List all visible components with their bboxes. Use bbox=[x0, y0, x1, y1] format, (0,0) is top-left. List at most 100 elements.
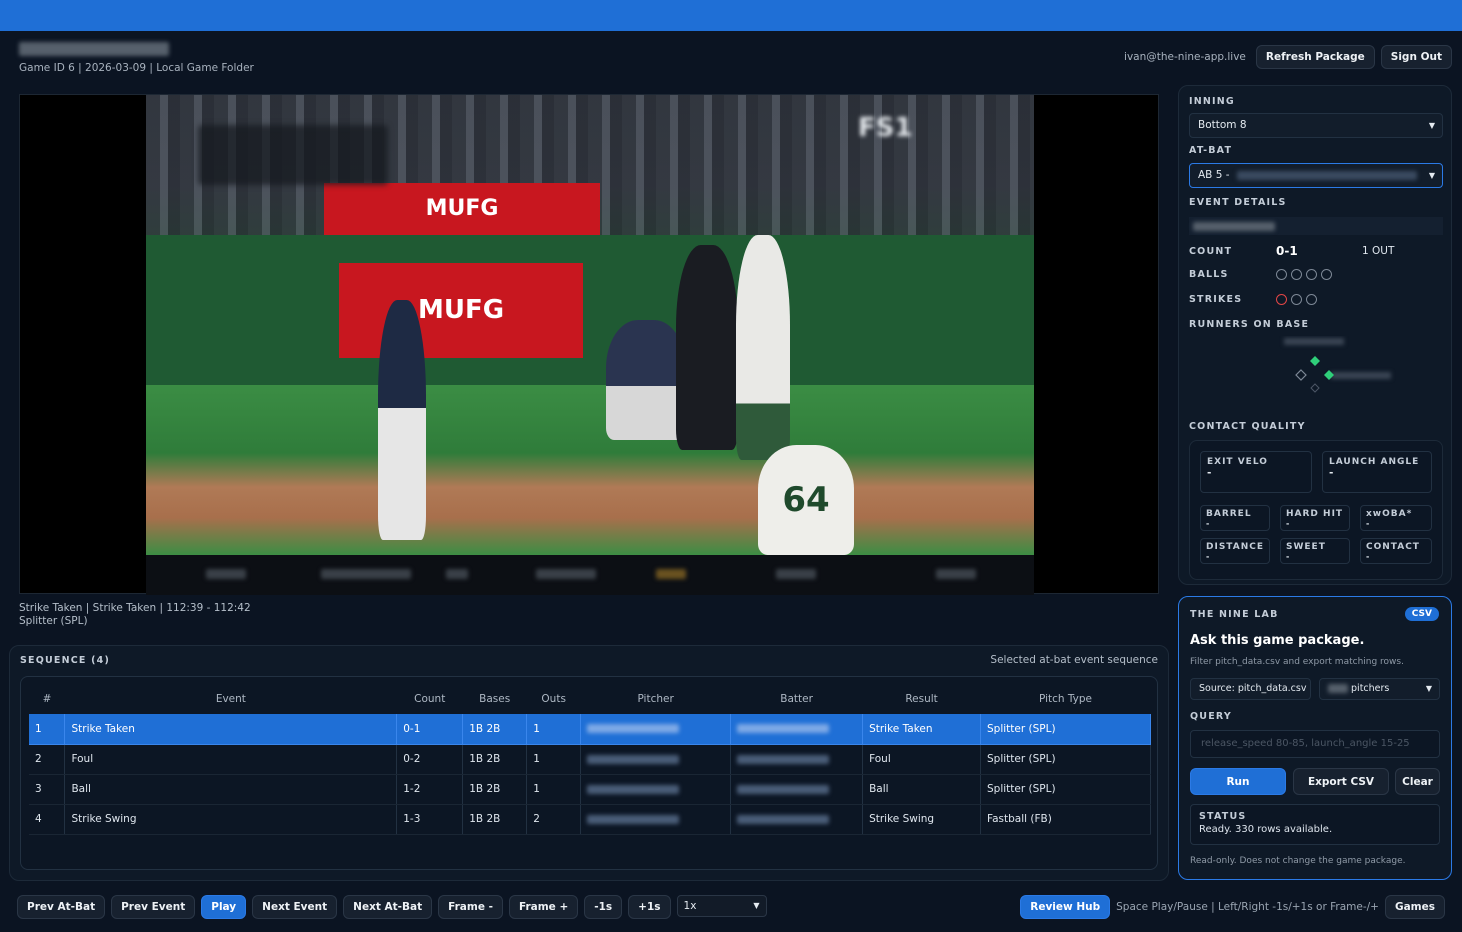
user-email: ivan@the-nine-app.live bbox=[1124, 51, 1246, 63]
prev-event-button[interactable]: Prev Event bbox=[111, 895, 196, 919]
count-value: 0-1 bbox=[1276, 244, 1298, 258]
col-num: # bbox=[42, 692, 52, 705]
pitch-caption: Splitter (SPL) bbox=[19, 615, 88, 627]
ad-banner-main: MUFG bbox=[339, 263, 583, 358]
strike-dot bbox=[1291, 293, 1302, 305]
batter-redacted bbox=[730, 744, 864, 775]
catcher-figure bbox=[606, 320, 686, 440]
lab-description: Filter pitch_data.csv and export matchin… bbox=[1190, 657, 1404, 667]
csv-badge: CSV bbox=[1404, 607, 1439, 621]
frame-back-button[interactable]: Frame - bbox=[438, 895, 503, 919]
clear-button[interactable]: Clear bbox=[1395, 768, 1440, 795]
atbat-name-redacted bbox=[1236, 170, 1417, 180]
strike-dot bbox=[1306, 293, 1317, 305]
query-input[interactable]: release_speed 80-85, launch_angle 15-25 bbox=[1190, 730, 1440, 758]
status-value: Ready. 330 rows available. bbox=[1199, 824, 1333, 835]
table-row[interactable]: 3 Ball 1-2 1B 2B 1 Ball Splitter (SPL) bbox=[29, 774, 1151, 805]
dataset-prefix-redacted bbox=[1328, 684, 1348, 693]
runner-2b-name bbox=[1284, 338, 1344, 345]
refresh-package-button[interactable]: Refresh Package bbox=[1255, 45, 1375, 69]
strikes-indicator bbox=[1276, 292, 1321, 305]
pitcher-redacted bbox=[580, 744, 732, 775]
table-row[interactable]: 4 Strike Swing 1-3 1B 2B 2 Strike Swing … bbox=[29, 804, 1151, 835]
field bbox=[146, 385, 1034, 555]
run-button[interactable]: Run bbox=[1190, 768, 1286, 795]
balls-indicator bbox=[1276, 267, 1336, 280]
details-panel: INNING Bottom 8 ▼ AT-BAT AB 5 - ▼ EVENT … bbox=[1178, 85, 1452, 585]
next-event-button[interactable]: Next Event bbox=[252, 895, 338, 919]
table-header: # Event Count Bases Outs Pitcher Batter … bbox=[29, 683, 1151, 714]
chevron-down-icon: ▼ bbox=[1425, 684, 1432, 693]
ball-dot bbox=[1276, 268, 1287, 280]
games-button[interactable]: Games bbox=[1384, 895, 1445, 919]
barrel-box: BARREL - bbox=[1200, 505, 1270, 531]
on-deck-figure: 64 bbox=[758, 445, 854, 555]
video-caption: Strike Taken | Strike Taken | 112:39 - 1… bbox=[19, 602, 251, 628]
video-frame: MUFG MUFG FS1 64 bbox=[146, 95, 1034, 555]
contact-box: CONTACT - bbox=[1360, 538, 1432, 564]
table-row[interactable]: 1 Strike Taken 0-1 1B 2B 1 Strike Taken … bbox=[29, 714, 1151, 745]
pitcher-redacted bbox=[580, 804, 732, 835]
lab-footer: Read-only. Does not change the game pack… bbox=[1190, 856, 1406, 866]
source-select[interactable]: Source: pitch_data.csv bbox=[1190, 678, 1311, 700]
status-box: STATUS Ready. 330 rows available. bbox=[1190, 804, 1440, 845]
sign-out-button[interactable]: Sign Out bbox=[1380, 45, 1452, 69]
event-details-label: EVENT DETAILS bbox=[1189, 197, 1287, 208]
pitcher-redacted bbox=[580, 714, 732, 745]
seek-forward-button[interactable]: +1s bbox=[628, 895, 671, 919]
playback-controls: Prev At-Bat Prev Event Play Next Event N… bbox=[17, 895, 767, 919]
strikes-label: STRIKES bbox=[1189, 294, 1243, 305]
col-outs: Outs bbox=[541, 692, 566, 705]
dataset-select[interactable]: pitchers ▼ bbox=[1319, 678, 1440, 700]
frame-forward-button[interactable]: Frame + bbox=[508, 895, 579, 919]
contact-quality-label: CONTACT QUALITY bbox=[1189, 421, 1306, 432]
outs-value: 1 OUT bbox=[1362, 245, 1395, 257]
chevron-down-icon: ▼ bbox=[1428, 121, 1435, 130]
score-ticker bbox=[146, 555, 1034, 595]
outfield-wall bbox=[146, 235, 1034, 385]
second-base bbox=[1310, 356, 1320, 366]
chevron-down-icon: ▼ bbox=[753, 901, 760, 910]
lab-label: THE NINE LAB bbox=[1190, 609, 1279, 620]
sequence-table: # Event Count Bases Outs Pitcher Batter … bbox=[20, 676, 1158, 870]
sequence-title: SEQUENCE (4) bbox=[20, 655, 111, 666]
play-button[interactable]: Play bbox=[201, 895, 247, 919]
pitcher-redacted bbox=[580, 774, 732, 805]
prev-atbat-button[interactable]: Prev At-Bat bbox=[17, 895, 106, 919]
batter-redacted bbox=[730, 774, 864, 805]
sweet-box: SWEET - bbox=[1280, 538, 1350, 564]
third-base bbox=[1295, 369, 1307, 381]
export-csv-button[interactable]: Export CSV bbox=[1293, 768, 1389, 795]
review-hub-button[interactable]: Review Hub bbox=[1020, 895, 1111, 919]
right-controls: Review Hub Space Play/Pause | Left/Right… bbox=[1020, 895, 1445, 919]
count-label: COUNT bbox=[1189, 246, 1233, 257]
atbat-select[interactable]: AB 5 - ▼ bbox=[1189, 163, 1443, 188]
status-label: STATUS bbox=[1199, 811, 1247, 822]
pitcher-figure bbox=[378, 300, 426, 540]
col-count: Count bbox=[414, 692, 446, 705]
ball-dot bbox=[1306, 268, 1317, 280]
seek-back-button[interactable]: -1s bbox=[584, 895, 623, 919]
col-pitch-type: Pitch Type bbox=[1038, 692, 1093, 705]
strike-dot bbox=[1276, 293, 1287, 305]
next-atbat-button[interactable]: Next At-Bat bbox=[343, 895, 433, 919]
table-row[interactable]: 2 Foul 0-2 1B 2B 1 Foul Splitter (SPL) bbox=[29, 744, 1151, 775]
col-pitcher: Pitcher bbox=[637, 692, 674, 705]
launch-angle-box: LAUNCH ANGLE - bbox=[1322, 451, 1432, 493]
batter-figure bbox=[736, 235, 790, 460]
speed-select[interactable]: 1x ▼ bbox=[676, 895, 767, 917]
col-result: Result bbox=[905, 692, 938, 705]
hard-hit-box: HARD HIT - bbox=[1280, 505, 1350, 531]
game-info: Game ID 6 | 2026-03-09 | Local Game Fold… bbox=[19, 62, 254, 74]
scorebug bbox=[198, 125, 388, 185]
exit-velo-box: EXIT VELO - bbox=[1200, 451, 1312, 493]
keyboard-hint: Space Play/Pause | Left/Right -1s/+1s or… bbox=[1116, 901, 1379, 913]
ad-banner-top: MUFG bbox=[324, 183, 600, 235]
xwoba-box: xwOBA* - bbox=[1360, 505, 1432, 531]
chevron-down-icon: ▼ bbox=[1428, 171, 1435, 180]
distance-box: DISTANCE - bbox=[1200, 538, 1270, 564]
home-plate bbox=[1310, 383, 1320, 393]
video-player[interactable]: MUFG MUFG FS1 64 bbox=[19, 94, 1159, 595]
inning-select[interactable]: Bottom 8 ▼ bbox=[1189, 113, 1443, 138]
contact-quality-grid: EXIT VELO - LAUNCH ANGLE - BARREL - HARD… bbox=[1189, 440, 1443, 580]
